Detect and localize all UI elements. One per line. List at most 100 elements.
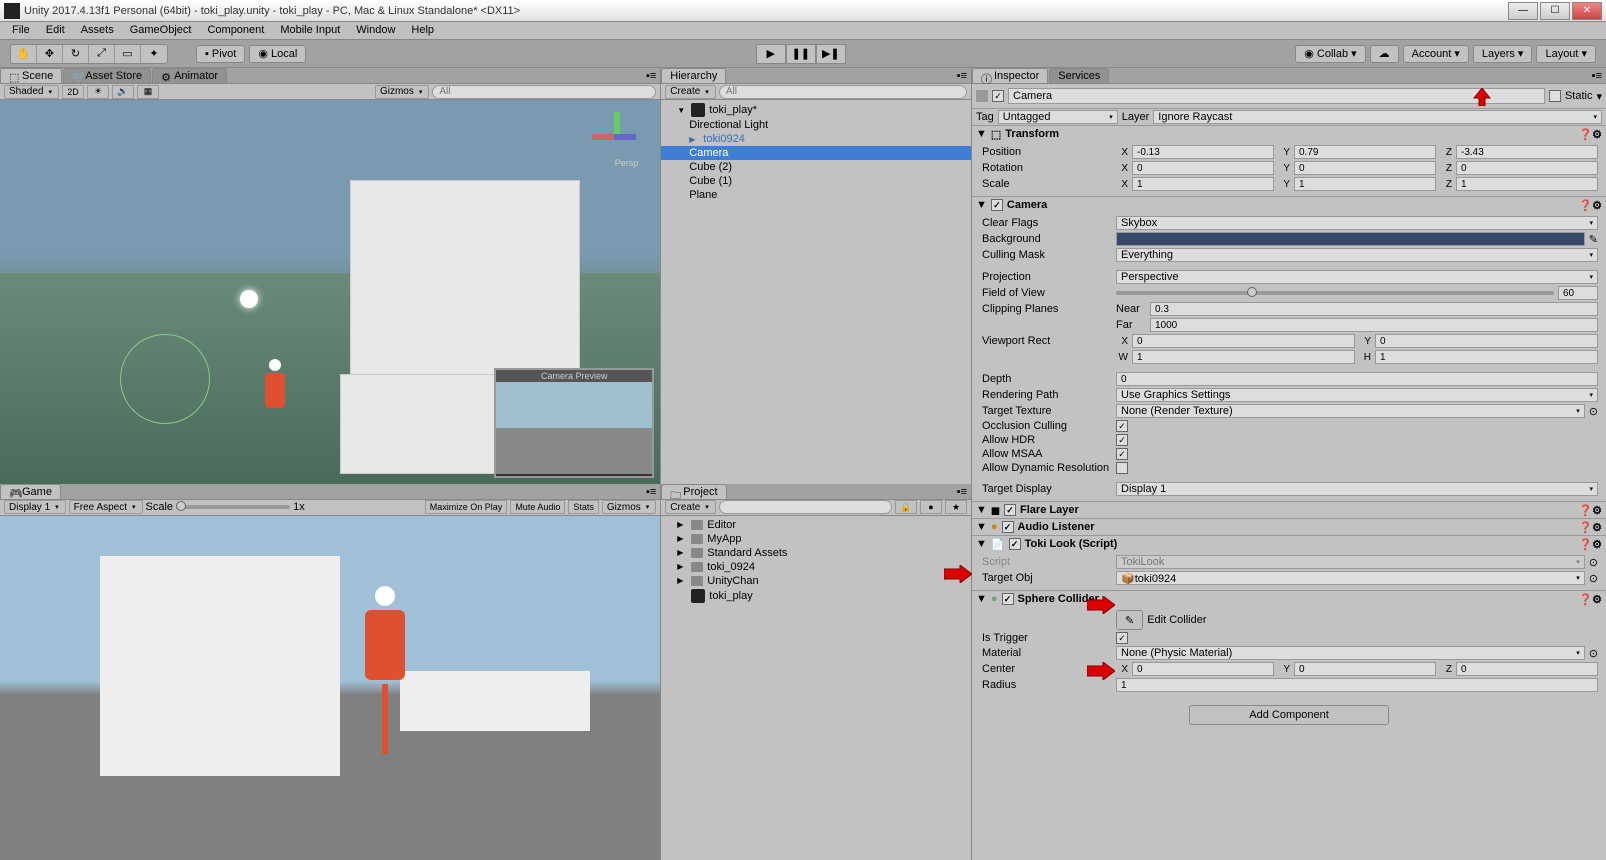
local-toggle[interactable]: ◉Local	[249, 45, 306, 63]
tab-project[interactable]: 🗀Project	[661, 484, 726, 499]
cloud-button[interactable]: ☁	[1370, 45, 1399, 63]
project-folder[interactable]: ▶Standard Assets	[661, 546, 971, 560]
dynres-checkbox[interactable]	[1116, 462, 1128, 474]
scale-slider[interactable]	[176, 505, 290, 509]
object-name-field[interactable]	[1008, 88, 1545, 104]
scene-search[interactable]	[432, 85, 656, 99]
filter-icon[interactable]: 🔒	[895, 500, 917, 514]
pos-z-field[interactable]	[1456, 145, 1598, 159]
lighting-toggle[interactable]: ☀	[87, 85, 109, 99]
account-dropdown[interactable]: Account▾	[1403, 45, 1469, 63]
close-button[interactable]: ✕	[1572, 2, 1602, 20]
scene-viewport[interactable]: Persp Camera Preview	[0, 100, 660, 484]
hierarchy-item[interactable]: ▶toki0924	[661, 132, 971, 146]
scl-y-field[interactable]	[1294, 177, 1436, 191]
tag-dropdown[interactable]: Untagged	[998, 110, 1118, 124]
depth-field[interactable]	[1116, 372, 1598, 386]
tab-hierarchy[interactable]: Hierarchy	[661, 68, 726, 83]
move-tool[interactable]: ✥	[37, 45, 63, 63]
rot-x-field[interactable]	[1132, 161, 1274, 175]
audio-toggle[interactable]: 🔊	[112, 85, 134, 99]
tab-scene[interactable]: ⬚Scene	[0, 68, 62, 83]
mute-toggle[interactable]: Mute Audio	[510, 500, 565, 514]
project-search[interactable]	[719, 500, 892, 514]
panel-menu-icon[interactable]: ▪≡	[642, 68, 660, 83]
maximize-button[interactable]: ☐	[1540, 2, 1570, 20]
target-texture-field[interactable]: None (Render Texture)	[1116, 404, 1585, 418]
tab-animator[interactable]: ⚙Animator	[152, 68, 227, 83]
center-x-field[interactable]	[1132, 662, 1274, 676]
orientation-gizmo[interactable]	[592, 112, 642, 162]
fov-field[interactable]	[1558, 286, 1598, 300]
audio-enabled-checkbox[interactable]: ✓	[1002, 521, 1014, 533]
project-folder[interactable]: ▶UnityChan	[661, 574, 971, 588]
clear-flags-dropdown[interactable]: Skybox	[1116, 216, 1598, 230]
2d-toggle[interactable]: 2D	[62, 85, 84, 99]
vp-y-field[interactable]	[1375, 334, 1598, 348]
component-menu-icon[interactable]: ❓⚙	[1578, 128, 1602, 141]
hierarchy-item[interactable]: Cube (1)	[661, 174, 971, 188]
step-button[interactable]: ▶❚	[816, 44, 846, 64]
projection-dropdown[interactable]: Perspective	[1116, 270, 1598, 284]
occlusion-checkbox[interactable]: ✓	[1116, 420, 1128, 432]
layers-dropdown[interactable]: Layers▾	[1473, 45, 1533, 63]
component-menu-icon[interactable]: ❓⚙	[1578, 521, 1602, 534]
center-z-field[interactable]	[1456, 662, 1598, 676]
tab-asset-store[interactable]: 🛒Asset Store	[63, 68, 151, 83]
game-viewport[interactable]	[0, 516, 660, 860]
hierarchy-item[interactable]: Plane	[661, 188, 971, 202]
component-menu-icon[interactable]: ❓⚙	[1578, 593, 1602, 606]
is-trigger-checkbox[interactable]: ✓	[1116, 632, 1128, 644]
static-checkbox[interactable]	[1549, 90, 1561, 102]
hierarchy-scene-root[interactable]: ▼ toki_play*	[661, 102, 971, 118]
panel-menu-icon[interactable]: ▪≡	[642, 484, 660, 499]
menu-gameobject[interactable]: GameObject	[122, 22, 200, 39]
hierarchy-search[interactable]	[719, 85, 967, 99]
play-button[interactable]: ▶	[756, 44, 786, 64]
gizmos-dropdown[interactable]: Gizmos	[375, 85, 429, 99]
tab-inspector[interactable]: ⓘInspector	[972, 68, 1048, 83]
project-folder[interactable]: ▶toki_0924	[661, 560, 971, 574]
pause-button[interactable]: ❚❚	[786, 44, 816, 64]
maximize-toggle[interactable]: Maximize On Play	[425, 500, 508, 514]
render-path-dropdown[interactable]: Use Graphics Settings	[1116, 388, 1598, 402]
hand-tool[interactable]: ✋	[11, 45, 37, 63]
collider-enabled-checkbox[interactable]: ✓	[1002, 593, 1014, 605]
minimize-button[interactable]: —	[1508, 2, 1538, 20]
hierarchy-item[interactable]: Cube (2)	[661, 160, 971, 174]
rect-tool[interactable]: ▭	[115, 45, 141, 63]
hierarchy-create-dropdown[interactable]: Create	[665, 85, 716, 99]
menu-mobile-input[interactable]: Mobile Input	[272, 22, 348, 39]
project-scene[interactable]: toki_play	[661, 588, 971, 604]
menu-file[interactable]: File	[4, 22, 38, 39]
menu-edit[interactable]: Edit	[38, 22, 73, 39]
collab-dropdown[interactable]: ◉Collab▾	[1295, 45, 1365, 63]
stats-toggle[interactable]: Stats	[568, 500, 599, 514]
aspect-dropdown[interactable]: Free Aspect	[69, 500, 143, 514]
rotate-tool[interactable]: ↻	[63, 45, 89, 63]
script-enabled-checkbox[interactable]: ✓	[1009, 538, 1021, 550]
camera-gizmo[interactable]	[120, 334, 210, 424]
edit-collider-button[interactable]: ✎	[1116, 610, 1143, 630]
hierarchy-item[interactable]: Directional Light	[661, 118, 971, 132]
shading-mode-dropdown[interactable]: Shaded	[4, 85, 59, 99]
hdr-checkbox[interactable]: ✓	[1116, 434, 1128, 446]
physic-material-field[interactable]: None (Physic Material)	[1116, 646, 1585, 660]
object-picker-icon[interactable]: ⊙	[1589, 572, 1598, 585]
flare-enabled-checkbox[interactable]: ✓	[1004, 504, 1016, 516]
tab-game[interactable]: 🎮Game	[0, 484, 61, 499]
menu-help[interactable]: Help	[403, 22, 442, 39]
component-menu-icon[interactable]: ❓⚙	[1578, 504, 1602, 517]
object-picker-icon[interactable]: ⊙	[1589, 647, 1598, 660]
scale-tool[interactable]: ⤢	[89, 45, 115, 63]
radius-field[interactable]	[1116, 678, 1598, 692]
project-folder[interactable]: ▶Editor	[661, 518, 971, 532]
component-menu-icon[interactable]: ❓⚙	[1578, 199, 1602, 212]
menu-assets[interactable]: Assets	[73, 22, 122, 39]
near-field[interactable]	[1150, 302, 1598, 316]
background-color-swatch[interactable]	[1116, 232, 1585, 246]
display-dropdown[interactable]: Display 1	[4, 500, 66, 514]
eyedropper-icon[interactable]: ✎	[1589, 233, 1598, 246]
project-create-dropdown[interactable]: Create	[665, 500, 716, 514]
active-checkbox[interactable]: ✓	[992, 90, 1004, 102]
